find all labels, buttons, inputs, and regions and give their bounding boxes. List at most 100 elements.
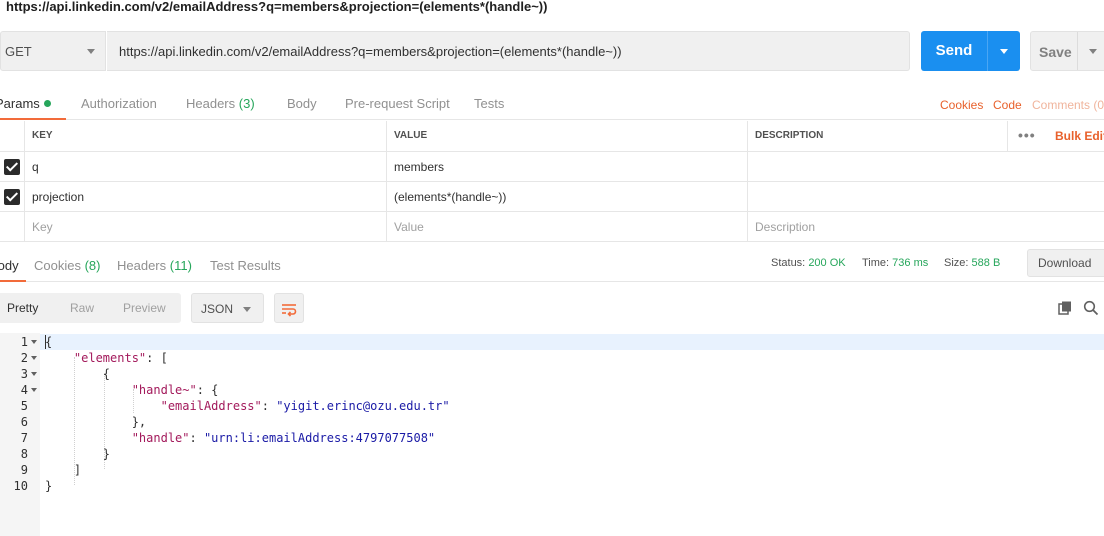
- tab-response-cookies-count: (8): [84, 258, 101, 273]
- line-number: 5: [20, 399, 28, 413]
- line-number: 8: [20, 447, 28, 461]
- wrap-lines-icon: [282, 304, 297, 317]
- bulk-edit-link[interactable]: Bulk Edit: [1055, 121, 1104, 151]
- save-dropdown-chevron-icon[interactable]: [1089, 49, 1097, 54]
- table-row-new: Key Value Description: [0, 212, 1104, 242]
- tab-response-headers-count: (11): [169, 258, 192, 273]
- row-checkbox[interactable]: [4, 189, 20, 205]
- chevron-down-icon: [243, 307, 251, 312]
- code-line: "emailAddress": "yigit.erinc@ozu.edu.tr": [160, 399, 450, 413]
- time-value: 736 ms: [892, 257, 929, 269]
- size-label: Size:: [944, 257, 969, 269]
- param-value[interactable]: members: [386, 152, 747, 181]
- params-actions-cell: ••• Bulk Edit: [1007, 121, 1104, 151]
- line-number: 9: [20, 463, 28, 477]
- tab-authorization[interactable]: Authorization: [81, 96, 157, 111]
- save-divider: [1077, 32, 1078, 70]
- copy-icon[interactable]: [1057, 300, 1073, 316]
- url-input[interactable]: [107, 31, 910, 71]
- request-bar: GET Send Save: [0, 30, 1104, 72]
- code-line: {: [45, 335, 53, 349]
- tab-response-cookies-label: Cookies: [34, 258, 81, 273]
- download-button[interactable]: Download: [1027, 249, 1104, 277]
- tab-tests[interactable]: Tests: [474, 96, 504, 111]
- method-select[interactable]: GET: [0, 31, 106, 71]
- tab-response-body[interactable]: Body: [0, 258, 19, 273]
- search-icon[interactable]: [1083, 300, 1099, 316]
- response-body-editor[interactable]: 1 2 3 4 5 6 7 8 9 10 { "elements": [ { "…: [0, 333, 1104, 536]
- code-line: ]: [45, 463, 82, 477]
- pretty-button[interactable]: Pretty: [7, 301, 38, 315]
- line-number: 1: [0, 334, 40, 350]
- code-line: "elements": [: [73, 351, 168, 365]
- raw-button[interactable]: Raw: [70, 301, 94, 315]
- tab-prerequest-script[interactable]: Pre-request Script: [345, 96, 450, 111]
- tab-headers[interactable]: Headers (3): [186, 96, 255, 111]
- cookies-link[interactable]: Cookies: [940, 98, 983, 112]
- param-value[interactable]: (elements*(handle~)): [386, 182, 747, 211]
- save-label: Save: [1039, 44, 1072, 60]
- line-number: 2: [0, 350, 40, 366]
- code-line: "handle": "urn:li:emailAddress:479707750…: [131, 431, 436, 445]
- line-number: 3: [0, 366, 40, 382]
- col-description-header: DESCRIPTION: [747, 121, 1007, 151]
- new-description-input[interactable]: Description: [747, 212, 1104, 241]
- param-description[interactable]: [747, 152, 1104, 181]
- table-row: projection (elements*(handle~)): [0, 182, 1104, 212]
- request-tabs: Params Authorization Headers (3) Body Pr…: [0, 88, 1104, 120]
- preview-button[interactable]: Preview: [123, 301, 166, 315]
- tab-params-underline: [0, 118, 66, 120]
- fold-toggle-icon[interactable]: [31, 388, 37, 392]
- send-divider: [987, 31, 988, 71]
- param-key[interactable]: projection: [24, 182, 386, 211]
- active-line-highlight: [0, 334, 1104, 350]
- fold-toggle-icon[interactable]: [31, 356, 37, 360]
- fold-toggle-icon[interactable]: [31, 340, 37, 344]
- line-number: 4: [0, 382, 40, 398]
- tab-response-headers-label: Headers: [117, 258, 167, 273]
- param-key[interactable]: q: [24, 152, 386, 181]
- params-table: KEY VALUE DESCRIPTION ••• Bulk Edit q me…: [0, 121, 1104, 242]
- size-info: Size: 588 B: [944, 257, 1000, 269]
- tab-params-label: Params: [0, 96, 40, 111]
- code-line: },: [45, 415, 147, 429]
- tab-params[interactable]: Params: [0, 96, 51, 111]
- send-dropdown-chevron-icon[interactable]: [1000, 49, 1008, 54]
- tab-test-results[interactable]: Test Results: [210, 258, 281, 273]
- col-value-header: VALUE: [386, 121, 747, 151]
- code-line: }: [45, 479, 53, 493]
- code-line: "handle~": {: [131, 383, 219, 397]
- params-header-row: KEY VALUE DESCRIPTION ••• Bulk Edit: [0, 121, 1104, 152]
- param-description[interactable]: [747, 182, 1104, 211]
- new-value-input[interactable]: Value: [386, 212, 747, 241]
- new-key-input[interactable]: Key: [24, 212, 386, 241]
- comments-link[interactable]: Comments (0: [1032, 98, 1104, 112]
- window-title-url: https://api.linkedin.com/v2/emailAddress…: [6, 0, 548, 14]
- status-label: Status:: [771, 257, 806, 269]
- more-options-icon[interactable]: •••: [1018, 121, 1036, 149]
- status-value: 200 OK: [808, 257, 846, 269]
- format-select[interactable]: JSON: [191, 293, 264, 323]
- code-line: {: [45, 367, 111, 381]
- fold-toggle-icon[interactable]: [31, 372, 37, 376]
- body-toolbar: Pretty Raw Preview JSON: [0, 293, 1104, 323]
- format-label: JSON: [201, 302, 234, 316]
- line-number: 10: [13, 479, 28, 493]
- row-checkbox[interactable]: [4, 159, 20, 175]
- tab-response-cookies[interactable]: Cookies (8): [34, 258, 100, 273]
- line-number: 7: [20, 431, 28, 445]
- code-link[interactable]: Code: [993, 98, 1022, 112]
- send-button[interactable]: Send: [921, 31, 1020, 71]
- wrap-lines-button[interactable]: [274, 293, 304, 323]
- chevron-down-icon: [87, 49, 95, 54]
- tab-headers-count: (3): [238, 96, 255, 111]
- col-key-header: KEY: [24, 121, 386, 151]
- code-line: }: [45, 447, 111, 461]
- method-label: GET: [5, 44, 32, 59]
- tab-response-body-underline: [0, 280, 26, 282]
- save-button[interactable]: Save: [1030, 31, 1104, 71]
- tab-response-headers[interactable]: Headers (11): [117, 258, 192, 273]
- tab-headers-label: Headers: [186, 96, 236, 111]
- time-label: Time:: [862, 257, 890, 269]
- tab-body[interactable]: Body: [287, 96, 317, 111]
